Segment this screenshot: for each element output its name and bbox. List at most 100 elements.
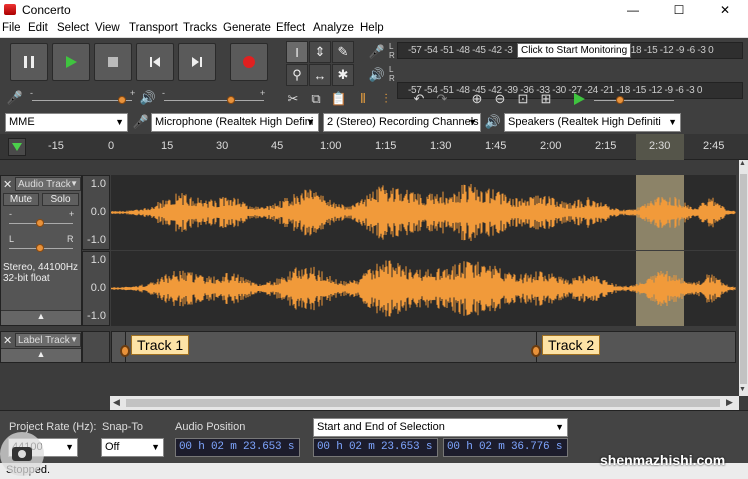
cut-icon[interactable]: ✂ <box>282 88 304 110</box>
play-speed-knob[interactable] <box>616 96 624 104</box>
play-speed-slider[interactable] <box>594 100 674 101</box>
title-bar: Concerto — ☐ ✕ <box>0 0 748 19</box>
minimize-button[interactable]: — <box>610 0 656 19</box>
recording-device-select[interactable]: Microphone (Realtek High Defini ▼ <box>151 113 319 132</box>
envelope-tool[interactable]: ⇕ <box>309 41 331 63</box>
play-button[interactable] <box>52 43 90 81</box>
label-track-menu[interactable]: Label Track ▼ <box>15 333 81 347</box>
chevron-down-icon: ▼ <box>70 335 78 344</box>
pin-playhead-button[interactable] <box>8 138 26 156</box>
horizontal-scrollbar[interactable]: ◀ ▶ <box>110 396 739 410</box>
label-track-1[interactable]: Track 1 <box>131 335 190 355</box>
speaker-volume-slider[interactable] <box>164 100 264 101</box>
envelope-icon: ⇕ <box>314 44 326 59</box>
multi-tool[interactable]: ✱ <box>332 64 354 86</box>
waveform-channel-1[interactable] <box>111 175 736 250</box>
menu-tracks[interactable]: Tracks <box>183 22 217 34</box>
snap-to-select[interactable]: Off ▼ <box>101 438 164 457</box>
close-label-track-icon[interactable]: ✕ <box>3 334 12 347</box>
skip-to-start-button[interactable] <box>136 43 174 81</box>
chevron-down-icon: ▼ <box>65 442 74 452</box>
vertical-scrollbar[interactable]: ▲ ▼ <box>739 160 748 396</box>
selection-tool[interactable]: I <box>286 41 308 63</box>
close-button[interactable]: ✕ <box>702 0 748 19</box>
menu-edit[interactable]: Edit <box>28 22 48 34</box>
waveform-channel-2[interactable] <box>111 251 736 326</box>
mic-volume-slider[interactable] <box>32 100 132 101</box>
record-icon <box>243 56 255 68</box>
label-pin-icon[interactable] <box>531 345 541 357</box>
label-track-area[interactable]: Track 1 Track 2 <box>111 331 736 363</box>
recording-device-value: Microphone (Realtek High Defini <box>155 116 314 128</box>
monitor-tooltip[interactable]: Click to Start Monitoring <box>517 43 632 58</box>
play-meter-right: R <box>389 74 395 83</box>
menu-help[interactable]: Help <box>360 22 384 34</box>
chevron-down-icon: ▼ <box>115 117 124 127</box>
rec-meter-right: R <box>389 51 395 60</box>
fit-selection-icon[interactable]: ⊡ <box>512 88 534 110</box>
undo-icon[interactable]: ↶ <box>408 88 430 110</box>
pan-knob[interactable] <box>36 244 44 252</box>
menu-analyze[interactable]: Analyze <box>313 22 354 34</box>
speaker-volume-icon: 🔊 <box>139 90 157 105</box>
fit-project-icon[interactable]: ⊞ <box>535 88 557 110</box>
paste-icon[interactable]: 📋 <box>328 88 350 110</box>
zoom-in-icon[interactable]: ⊕ <box>466 88 488 110</box>
collapse-label-track-button[interactable]: ▲ <box>1 348 81 362</box>
audio-host-select[interactable]: MME ▼ <box>5 113 128 132</box>
menu-select[interactable]: Select <box>57 22 89 34</box>
copy-icon[interactable]: ⧉ <box>305 88 327 110</box>
mic-volume-knob[interactable] <box>118 96 126 104</box>
scale-mid: 0.0 <box>90 282 106 294</box>
timeline-ruler[interactable]: -15 0 15 30 45 1:00 1:15 1:30 1:45 2:00 … <box>0 134 748 160</box>
selection-mode-select[interactable]: Start and End of Selection ▼ <box>313 418 568 437</box>
vertical-scroll-thumb[interactable] <box>740 174 747 384</box>
audio-position-field[interactable]: 00 h 02 m 23.653 s <box>175 438 300 457</box>
silence-audio-icon[interactable]: ⫶ <box>375 88 397 110</box>
pause-button[interactable] <box>10 43 48 81</box>
draw-tool[interactable]: ✎ <box>332 41 354 63</box>
speaker-volume-knob[interactable] <box>227 96 235 104</box>
trim-audio-icon[interactable]: ⫴ <box>352 88 374 110</box>
menu-generate[interactable]: Generate <box>223 22 271 34</box>
scroll-left-icon[interactable]: ◀ <box>113 397 120 408</box>
mute-button[interactable]: Mute <box>3 193 39 206</box>
selection-mode-value: Start and End of Selection <box>317 421 445 433</box>
zoom-out-icon[interactable]: ⊖ <box>489 88 511 110</box>
horizontal-scroll-thumb[interactable] <box>126 399 720 407</box>
stop-button[interactable] <box>94 43 132 81</box>
audio-track-menu[interactable]: Audio Track ▼ <box>15 177 81 191</box>
scroll-right-icon[interactable]: ▶ <box>726 397 733 408</box>
play-at-speed-button[interactable] <box>568 88 590 110</box>
label-track-2[interactable]: Track 2 <box>542 335 601 355</box>
play-meter-speaker-icon[interactable]: 🔊 <box>366 64 388 86</box>
selection-end-field[interactable]: 00 h 02 m 36.776 s <box>443 438 568 457</box>
record-meter-scale-right: 1 -18 -15 -12 -9 -6 -3 0 <box>620 45 714 56</box>
scroll-up-icon[interactable]: ▲ <box>739 160 746 167</box>
menu-transport[interactable]: Transport <box>129 22 178 34</box>
redo-icon[interactable]: ↷ <box>431 88 453 110</box>
chevron-down-icon: ▼ <box>555 422 564 432</box>
skip-to-end-button[interactable] <box>178 43 216 81</box>
menu-effect[interactable]: Effect <box>276 22 305 34</box>
close-track-icon[interactable]: ✕ <box>3 178 12 191</box>
record-meter-mic-icon[interactable]: 🎤 <box>366 41 388 63</box>
record-button[interactable] <box>230 43 268 81</box>
label-pin-icon[interactable] <box>120 345 130 357</box>
scroll-down-icon[interactable]: ▼ <box>739 386 746 393</box>
zoom-tool[interactable]: ⚲ <box>286 64 308 86</box>
recording-channels-select[interactable]: 2 (Stereo) Recording Channels ▼ <box>323 113 481 132</box>
timeshift-tool[interactable]: ↔ <box>309 64 331 86</box>
maximize-button[interactable]: ☐ <box>656 0 702 19</box>
solo-button[interactable]: Solo <box>42 193 79 206</box>
playback-device-select[interactable]: Speakers (Realtek High Definiti ▼ <box>504 113 681 132</box>
menu-file[interactable]: File <box>2 22 21 34</box>
snap-to-label: Snap-To <box>102 421 143 433</box>
collapse-track-button[interactable]: ▲ <box>1 310 81 325</box>
selection-start-field[interactable]: 00 h 02 m 23.653 s <box>313 438 438 457</box>
triangle-up-icon: ▲ <box>36 349 46 359</box>
menu-view[interactable]: View <box>95 22 120 34</box>
pan-left-label: L <box>9 234 15 244</box>
scale-top: 1.0 <box>90 178 106 190</box>
gain-knob[interactable] <box>36 219 44 227</box>
